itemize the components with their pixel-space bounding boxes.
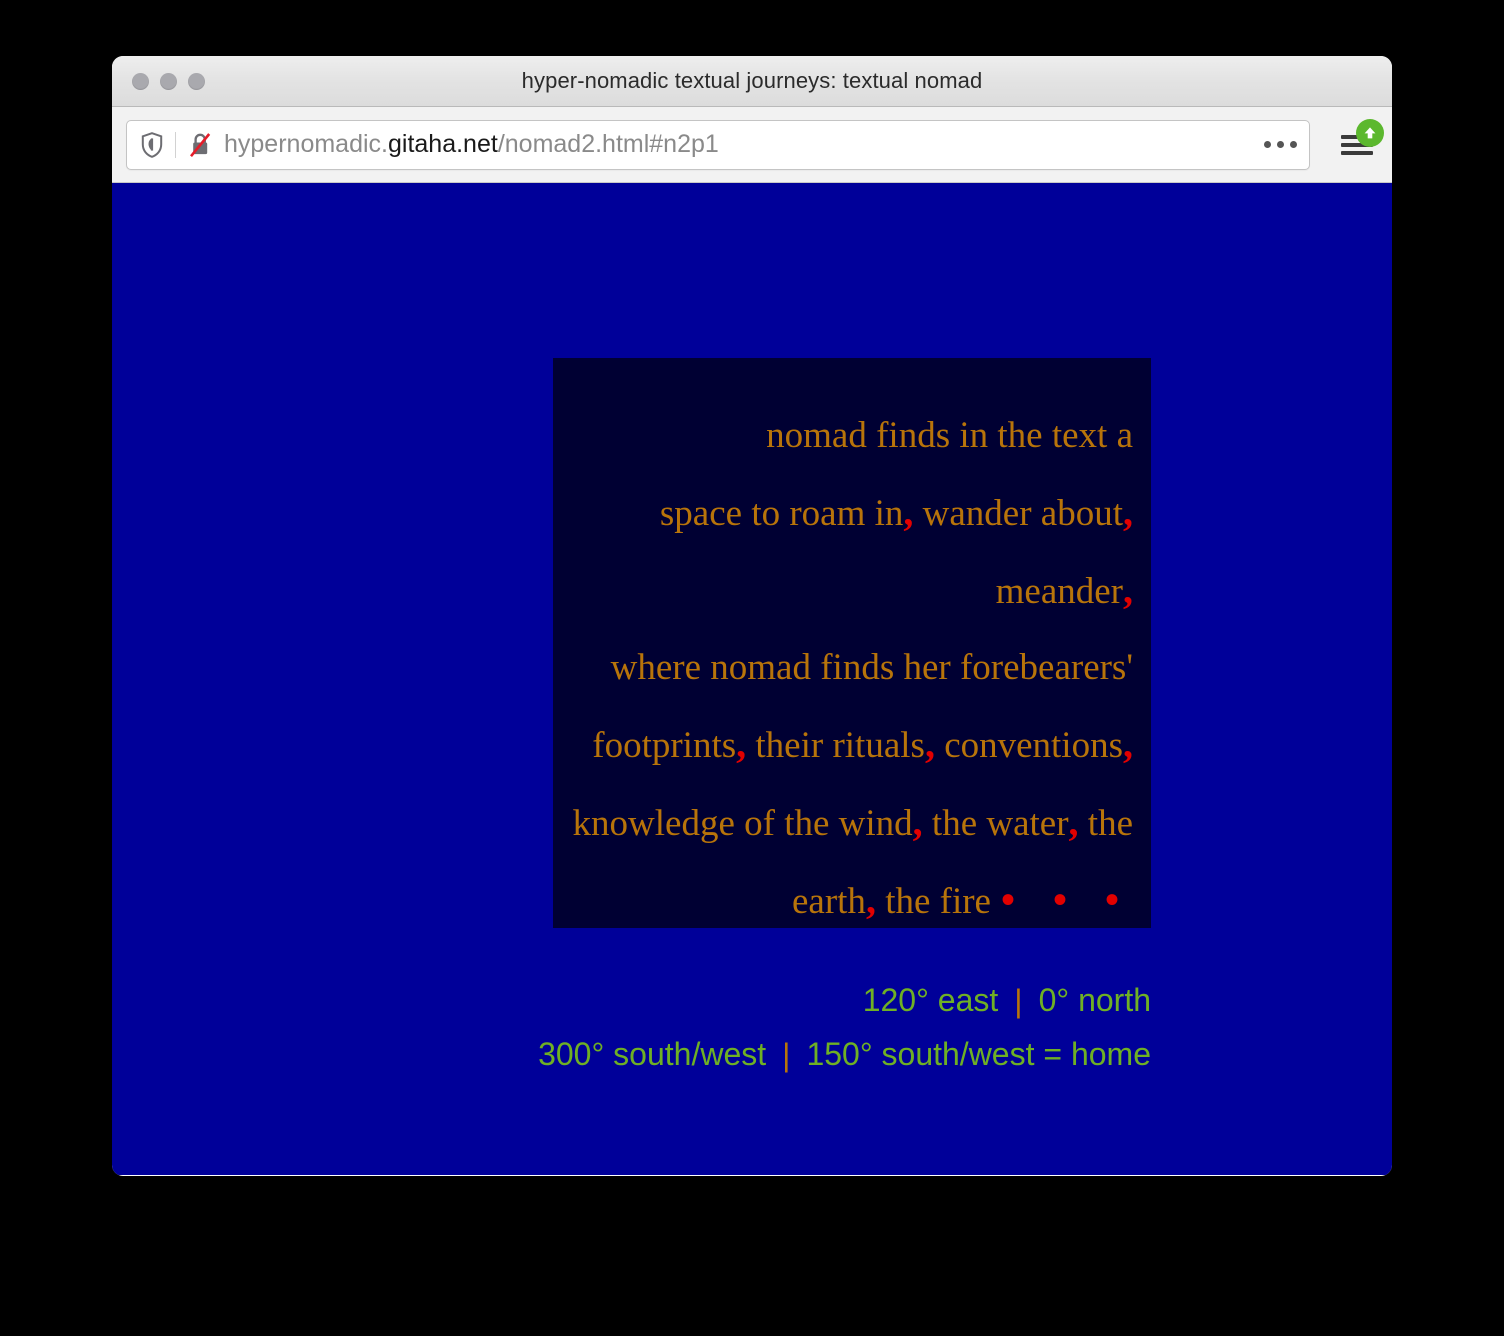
browser-toolbar: hypernomadic.gitaha.net/nomad2.html#n2p1 [112, 107, 1392, 183]
coordinate-block: 120° east | 0° north 300° south/west | 150° … [112, 973, 1151, 1081]
broken-lock-icon[interactable] [188, 132, 212, 158]
url-path: /nomad2.html#n2p1 [497, 130, 719, 158]
poem-comma: , [912, 799, 923, 844]
poem-line: footprints, their rituals, conventions, [567, 706, 1133, 784]
window-title: hyper-nomadic textual journeys: textual … [521, 68, 983, 93]
coordinate-line: 300° south/west | 150° south/west = home [112, 1027, 1151, 1081]
update-arrow-icon[interactable] [1356, 118, 1384, 147]
coordinate-right: 0° north [1038, 982, 1151, 1018]
poem-comma: , [1123, 721, 1133, 766]
poem-comma: , [903, 489, 914, 534]
minimize-button[interactable] [160, 72, 177, 90]
ellipsis-icon[interactable] [1250, 141, 1297, 148]
poem-text: knowledge of the wind [572, 803, 913, 844]
window-titlebar: hyper-nomadic textual journeys: textual … [112, 56, 1392, 107]
poem-line: knowledge of the wind, the water, the [567, 784, 1133, 862]
shield-icon[interactable] [141, 131, 163, 158]
url-bar[interactable]: hypernomadic.gitaha.net/nomad2.html#n2p1 [126, 119, 1310, 170]
poem-comma: , [865, 877, 876, 922]
coordinate-left: 120° east [862, 982, 999, 1018]
url-text[interactable]: hypernomadic.gitaha.net/nomad2.html#n2p1 [224, 130, 1250, 159]
browser-window: hyper-nomadic textual journeys: textual … [112, 56, 1392, 1176]
poem-text: conventions [934, 725, 1123, 766]
poem-text: the fire [875, 881, 991, 922]
ellipsis-dot [1290, 141, 1297, 148]
poem-ellipsis: • • • [1000, 877, 1133, 922]
traffic-light-group [132, 56, 205, 106]
poem-text: wander about [913, 493, 1123, 534]
poem-text: footprints [592, 725, 737, 766]
poem-line: meander, [567, 552, 1133, 630]
coordinate-left: 300° south/west [538, 1036, 767, 1072]
poem-text: earth [791, 881, 866, 922]
poem-line: earth, the fire • • • [567, 862, 1133, 940]
url-host: gitaha.net [387, 130, 498, 158]
poem-comma: , [924, 721, 935, 766]
poem-text: space to roam in [659, 493, 904, 534]
coordinate-line: 120° east | 0° north [112, 973, 1151, 1027]
poem-text: their rituals [746, 725, 925, 766]
poem-text: where nomad finds her forebearers' [610, 647, 1133, 688]
url-subdomain: hypernomadic. [224, 130, 388, 158]
poem-text: nomad finds in the text a [766, 415, 1133, 456]
poem-comma: , [1123, 489, 1133, 534]
ellipsis-dot [1264, 141, 1271, 148]
coordinate-separator: | [782, 1037, 791, 1073]
poem-line: space to roam in, wander about, [567, 474, 1133, 552]
poem-text: the water [922, 803, 1069, 844]
ellipsis-dot [1277, 141, 1284, 148]
hamburger-menu-button[interactable] [1322, 117, 1392, 173]
coordinate-separator: | [1014, 983, 1023, 1019]
close-button[interactable] [132, 72, 149, 90]
poem-comma: , [1068, 799, 1079, 844]
zoom-button[interactable] [188, 72, 205, 90]
poem-text: meander [995, 571, 1123, 612]
poem-comma: , [1123, 567, 1133, 612]
poem-line: where nomad finds her forebearers' [567, 630, 1133, 706]
hamburger-line [1341, 150, 1373, 155]
screen: hyper-nomadic textual journeys: textual … [0, 0, 1504, 1336]
poem-line: nomad finds in the text a [567, 398, 1133, 474]
urlbar-divider [175, 131, 176, 158]
poem-comma: , [736, 721, 747, 766]
page-content: nomad finds in the text a space to roam … [112, 183, 1392, 1175]
poem-panel: nomad finds in the text a space to roam … [553, 358, 1151, 928]
coordinate-right: 150° south/west = home [806, 1036, 1151, 1072]
poem-text: the [1078, 803, 1133, 844]
